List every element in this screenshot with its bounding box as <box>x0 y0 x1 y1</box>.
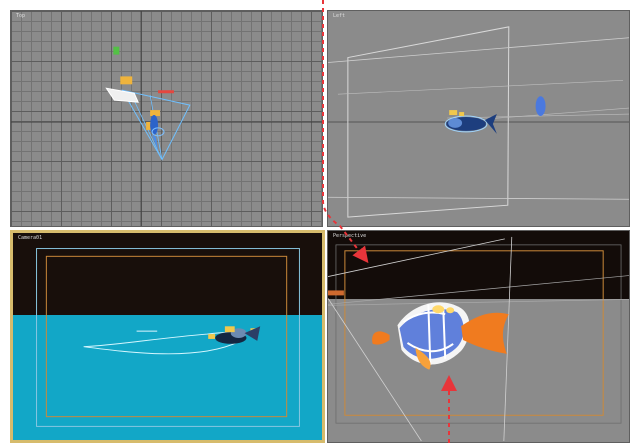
camera-marker[interactable] <box>328 290 344 296</box>
viewport-label[interactable]: Camera01 <box>18 235 42 241</box>
perspective-scene <box>328 236 629 442</box>
viewport-top[interactable]: Top <box>10 10 323 227</box>
light-icon-small[interactable] <box>150 110 161 117</box>
light-icon[interactable] <box>120 76 133 85</box>
viewport-layout: Top Left Camera01 Perspective <box>0 0 630 443</box>
left-view-scene <box>328 26 629 218</box>
viewport-label[interactable]: Perspective <box>333 233 366 239</box>
top-view-scene <box>11 11 322 226</box>
viewport-left[interactable]: Left <box>327 10 630 227</box>
viewport-camera[interactable]: Camera01 <box>10 230 325 443</box>
x-axis-gizmo <box>158 90 174 94</box>
fish-model-camera[interactable] <box>208 326 261 344</box>
safe-frame-outer <box>36 248 300 427</box>
viewport-label[interactable]: Left <box>333 13 345 19</box>
fish-model-left[interactable] <box>444 110 497 134</box>
fish-model-perspective[interactable] <box>372 302 509 370</box>
viewport-perspective[interactable]: Perspective <box>327 230 630 443</box>
viewport-label[interactable]: Top <box>16 13 25 19</box>
fish-top-view[interactable] <box>150 115 159 135</box>
blue-marker[interactable] <box>535 96 546 117</box>
camera-view-scene <box>36 248 300 427</box>
green-object[interactable] <box>113 46 120 55</box>
